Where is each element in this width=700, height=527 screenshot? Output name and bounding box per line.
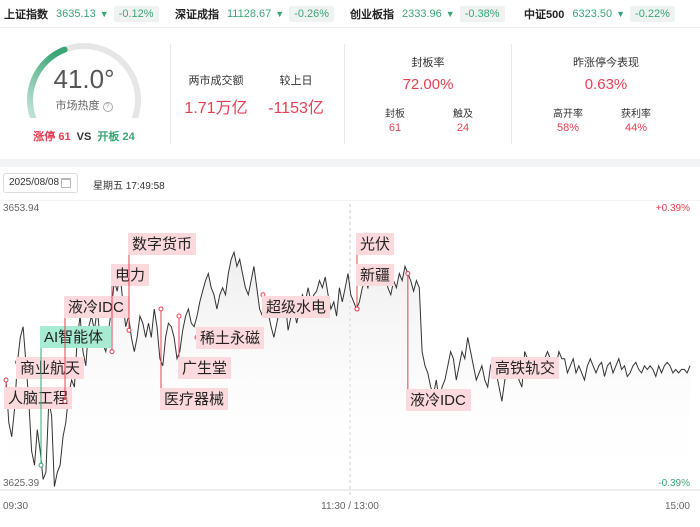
tag-label: 液冷IDC (410, 392, 466, 409)
index-shenzhen[interactable]: 深证成指 11128.67 ▼ -0.26% (175, 5, 335, 22)
y-left-top-label: 3653.94 (3, 203, 40, 214)
theme-tag[interactable]: 超级水电 (260, 292, 330, 318)
info-icon[interactable]: ? (102, 102, 113, 112)
section-divider (0, 159, 700, 167)
intraday-chart[interactable]: 3653.94 3625.39 +0.39% -0.39% 09:30 11:3… (0, 200, 700, 527)
tag-point (38, 462, 44, 468)
tag-label: 电力 (115, 267, 145, 284)
yesterday-limit-panel: 昨涨停今表现 0.63% 高开率 58% 获利率 44% (512, 30, 700, 158)
index-name: 深证成指 (175, 8, 219, 21)
yesterday-value: 0.63% (584, 76, 628, 93)
tag-label: AI智能体 (44, 328, 103, 346)
touched-label: 触及 (453, 109, 473, 120)
tag-label: 数字货币 (132, 236, 192, 253)
turnover-change-value: -1153亿 (268, 100, 324, 117)
sealed-value: 61 (388, 122, 402, 134)
tag-label: 超级水电 (266, 299, 326, 316)
tag-point (62, 398, 68, 404)
sealed-label: 封板 (385, 109, 405, 120)
index-price: 2333.96 (402, 7, 442, 20)
vs-label: VS (76, 131, 92, 143)
turnover-panel: 两市成交额 1.71万亿 较上日 -1153亿 (176, 30, 342, 158)
theme-tag[interactable]: 人脑工程 (3, 377, 72, 409)
heat-value: 41.0° (53, 64, 115, 94)
index-change-badge: -0.12% (113, 5, 159, 22)
tag-label: 人脑工程 (8, 390, 68, 407)
index-change-badge: -0.26% (289, 5, 335, 22)
seal-rate-panel: 封板率 72.00% 封板 61 触及 24 (345, 30, 511, 158)
tag-point (405, 270, 411, 276)
index-name: 中证500 (524, 8, 565, 21)
theme-tag[interactable]: 稀土永磁 (194, 327, 264, 349)
turnover-label: 两市成交额 (188, 75, 244, 87)
index-change-badge: -0.38% (459, 5, 505, 22)
tag-label: 新疆 (360, 267, 390, 284)
index-shanghai[interactable]: 上证指数 3635.13 ▼ -0.12% (4, 5, 159, 22)
tag-point (3, 377, 9, 383)
theme-tag[interactable]: 高铁轨交 (491, 357, 559, 379)
x-start-label: 09:30 (3, 501, 28, 512)
divider (170, 44, 171, 144)
x-end-label: 15:00 (665, 501, 690, 512)
tag-label: 高铁轨交 (495, 359, 555, 377)
y-right-top-label: +0.39% (656, 203, 690, 214)
profit-label: 获利率 (621, 109, 651, 120)
theme-tag[interactable]: 商业航天 (14, 357, 84, 379)
down-arrow-icon: ▼ (616, 8, 626, 19)
index-price: 6323.50 (572, 7, 613, 20)
heat-label: 市场热度 (55, 100, 100, 112)
tag-point (354, 306, 360, 312)
index-price: 3635.13 (56, 7, 96, 20)
tag-label: 广生堂 (182, 360, 227, 377)
profit-value: 44% (624, 122, 648, 134)
market-summary: 41.0° 市场热度? 涨停 61 VS 开板 24 两市成交额 1.71万亿 … (0, 30, 700, 158)
touched-value: 24 (456, 122, 470, 134)
tag-point (109, 349, 115, 355)
limit-up-count: 涨停 61 (33, 131, 71, 143)
index-name: 上证指数 (4, 8, 48, 21)
tag-point (158, 306, 164, 312)
price-area-fill (6, 252, 690, 487)
date-picker[interactable]: 2025/08/08 (3, 173, 78, 193)
limit-compare: 涨停 61 VS 开板 24 (0, 128, 168, 144)
index-price: 11128.67 (227, 7, 272, 20)
index-chinext[interactable]: 创业板指 2333.96 ▼ -0.38% (350, 5, 505, 22)
turnover-value: 1.71万亿 (184, 100, 248, 117)
heat-gauge: 41.0° 市场热度? 涨停 61 VS 开板 24 (0, 30, 168, 158)
tag-label: 商业航天 (20, 360, 80, 377)
seal-rate-title: 封板率 (411, 57, 445, 69)
down-arrow-icon: ▼ (99, 8, 109, 19)
tag-point (176, 313, 182, 319)
tag-label: 液冷IDC (68, 299, 124, 316)
yesterday-title: 昨涨停今表现 (573, 57, 639, 69)
date-value: 2025/08/08 (9, 177, 60, 188)
down-arrow-icon: ▼ (275, 8, 285, 19)
down-arrow-icon: ▼ (445, 8, 455, 19)
turnover-change-label: 较上日 (279, 75, 313, 87)
high-open-value: 58% (556, 122, 580, 134)
tag-label: 光伏 (360, 236, 390, 253)
tag-label: 医疗器械 (164, 391, 224, 408)
high-open-label: 高开率 (553, 109, 583, 120)
index-name: 创业板指 (350, 8, 394, 21)
index-bar: 上证指数 3635.13 ▼ -0.12% 深证成指 11128.67 ▼ -0… (0, 0, 700, 28)
weekday-time: 星期五 17:49:58 (93, 181, 165, 192)
tag-point (126, 327, 132, 333)
limit-open-count: 开板 24 (97, 131, 135, 143)
tag-label: 稀土永磁 (200, 330, 260, 347)
index-csi500[interactable]: 中证500 6323.50 ▼ -0.22% (524, 5, 675, 22)
seal-rate-value: 72.00% (402, 76, 454, 93)
index-change-badge: -0.22% (630, 5, 675, 22)
heat-label-row: 市场热度? (0, 97, 168, 113)
x-mid-label: 11:30 / 13:00 (321, 501, 379, 512)
price-area (6, 252, 690, 487)
calendar-icon[interactable] (61, 178, 71, 188)
